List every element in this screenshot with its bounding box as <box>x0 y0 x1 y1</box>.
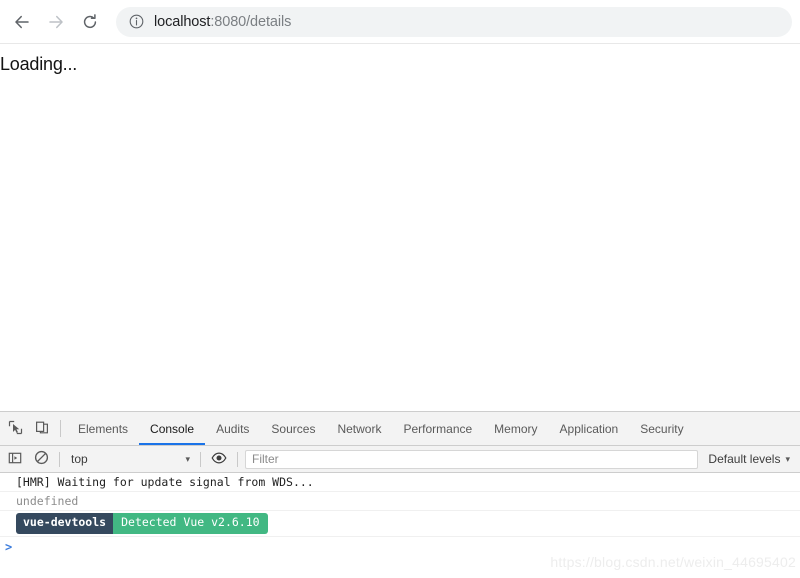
address-bar[interactable]: localhost:8080/details <box>116 6 792 37</box>
device-toolbar-button[interactable] <box>29 412 56 445</box>
address-bar-url: localhost:8080/details <box>154 14 291 30</box>
tab-performance[interactable]: Performance <box>392 412 483 445</box>
browser-toolbar: localhost:8080/details <box>0 0 800 44</box>
forward-button[interactable] <box>42 8 70 36</box>
console-message-list[interactable]: [HMR] Waiting for update signal from WDS… <box>0 473 800 578</box>
chevron-down-icon: ▾ <box>185 453 190 464</box>
execution-context-select[interactable]: top ▾ <box>65 449 195 469</box>
prompt-chevron-icon: > <box>5 539 13 554</box>
console-message-text: [HMR] Waiting for update signal from WDS… <box>16 475 314 489</box>
toolbar-divider <box>60 420 61 437</box>
console-sidebar-button[interactable] <box>2 446 28 472</box>
url-host: localhost <box>154 13 211 30</box>
devtools-tabbar: Elements Console Audits Sources Network … <box>0 412 800 446</box>
console-message-row[interactable]: [HMR] Waiting for update signal from WDS… <box>0 473 800 492</box>
arrow-right-icon <box>47 13 65 31</box>
tab-memory[interactable]: Memory <box>483 412 548 445</box>
console-message-row[interactable]: undefined <box>0 492 800 511</box>
live-expression-eye-icon <box>211 450 227 469</box>
url-path: :8080/details <box>210 13 292 30</box>
tab-sources[interactable]: Sources <box>260 412 326 445</box>
tab-network[interactable]: Network <box>326 412 392 445</box>
clear-console-button[interactable] <box>28 446 54 472</box>
vue-devtools-badge-value: Detected Vue v2.6.10 <box>113 513 268 534</box>
tab-console[interactable]: Console <box>139 412 205 445</box>
console-filter-placeholder: Filter <box>252 452 279 466</box>
reload-button[interactable] <box>76 8 104 36</box>
console-message-row[interactable]: vue-devtools Detected Vue v2.6.10 <box>0 511 800 537</box>
info-circle-icon[interactable] <box>128 14 144 30</box>
tab-audits[interactable]: Audits <box>205 412 260 445</box>
vue-devtools-badge: vue-devtools Detected Vue v2.6.10 <box>16 513 268 534</box>
devtools-panel: Elements Console Audits Sources Network … <box>0 411 800 578</box>
browser-window: localhost:8080/details Loading... Elemen… <box>0 0 800 578</box>
clear-console-icon <box>34 450 49 468</box>
vue-devtools-badge-label: vue-devtools <box>16 513 114 534</box>
tab-application[interactable]: Application <box>549 412 630 445</box>
inspect-element-button[interactable] <box>2 412 29 445</box>
page-loading-text: Loading... <box>0 54 78 74</box>
page-viewport: Loading... <box>0 44 800 411</box>
chevron-down-icon-levels: ▾ <box>785 453 790 464</box>
device-toolbar-icon <box>35 420 50 438</box>
back-button[interactable] <box>8 8 36 36</box>
console-prompt[interactable]: > <box>0 537 800 557</box>
live-expression-button[interactable] <box>206 446 232 472</box>
execution-context-value: top <box>71 452 88 466</box>
filterbar-divider-2 <box>200 451 201 467</box>
console-message-text: undefined <box>16 494 79 508</box>
log-levels-label: Default levels <box>708 452 781 466</box>
reload-icon <box>81 13 99 31</box>
log-levels-select[interactable]: Default levels ▾ <box>704 452 794 466</box>
filterbar-divider-1 <box>59 451 60 467</box>
console-filter-input[interactable]: Filter <box>245 449 699 469</box>
arrow-left-icon <box>13 13 31 31</box>
tab-security[interactable]: Security <box>629 412 694 445</box>
tab-elements[interactable]: Elements <box>67 412 139 445</box>
console-filter-toolbar: top ▾ Filter Default levels ▾ <box>0 446 800 473</box>
console-sidebar-icon <box>8 451 22 468</box>
inspect-element-icon <box>8 420 23 438</box>
filterbar-divider-3 <box>237 451 238 467</box>
